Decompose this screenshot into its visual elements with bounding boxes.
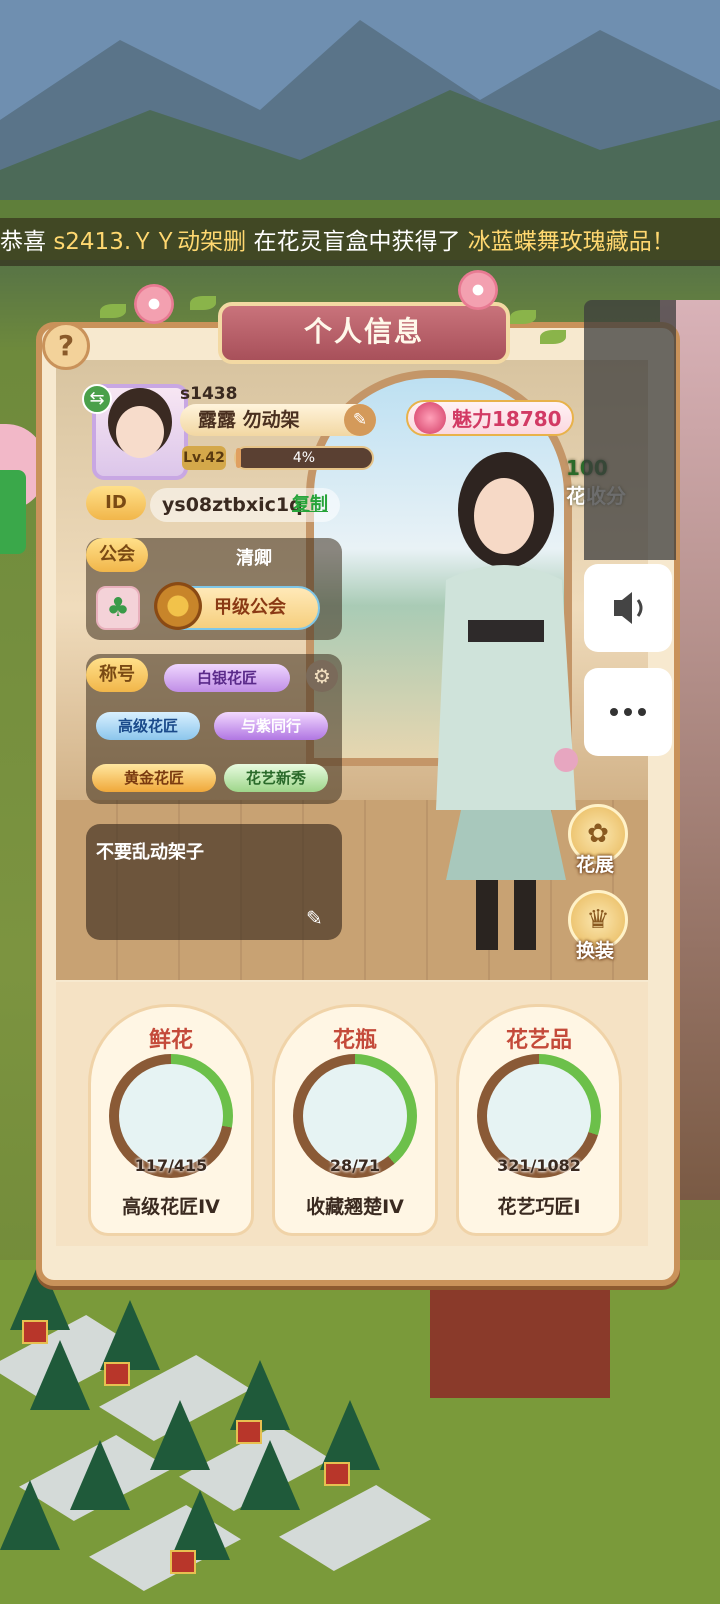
more-icon xyxy=(610,708,646,716)
gift-box xyxy=(170,1550,196,1574)
pine-tree xyxy=(100,1300,160,1370)
announcement-ticker: 恭喜 s2413.ＹＹ动架删 在花灵盲盒中获得了 冰蓝蝶舞玫瑰藏品！ xyxy=(0,218,720,266)
left-chat-button[interactable] xyxy=(0,470,26,554)
edit-icon: ✎ xyxy=(352,410,368,430)
avatar-face xyxy=(116,406,164,458)
pine-tree xyxy=(30,1340,90,1410)
id-label: ID xyxy=(86,486,146,520)
level-badge: Lv.42 xyxy=(182,446,226,470)
arrangement-icon xyxy=(487,1064,591,1168)
exp-text: 4% xyxy=(292,450,316,466)
title-badge[interactable]: 与紫同行 xyxy=(214,712,328,740)
decor-leaf xyxy=(510,310,536,324)
ticker-player: s2413.ＹＹ动架删 xyxy=(53,229,247,255)
pine-tree xyxy=(240,1440,300,1510)
decor-flower xyxy=(458,270,498,310)
edit-signature-button[interactable]: ✎ xyxy=(306,906,323,930)
pine-tree xyxy=(150,1400,210,1470)
collection-rank: 收藏翘楚IV xyxy=(306,1196,404,1218)
title-badge[interactable]: 黄金花匠 xyxy=(92,764,216,792)
collection-count: 28/71 xyxy=(329,1156,381,1175)
speaker-icon xyxy=(614,592,643,624)
system-overlay-panel xyxy=(584,300,676,560)
more-button[interactable] xyxy=(584,668,672,756)
gear-icon: ⚙ xyxy=(313,664,331,688)
title-badge[interactable]: 白银花匠 xyxy=(164,664,290,692)
pine-tree xyxy=(320,1400,380,1470)
collection-count: 117/415 xyxy=(134,1156,208,1175)
dress-up-label: 换装 xyxy=(575,940,614,962)
flower-show-label: 花展 xyxy=(575,854,614,876)
title-badge[interactable]: 高级花匠 xyxy=(96,712,200,740)
gift-box xyxy=(22,1320,48,1344)
help-button[interactable]: ? xyxy=(42,322,90,370)
ticker-prefix: 恭喜 xyxy=(0,229,46,255)
flower-icon: ✿ xyxy=(587,819,609,849)
collection-rank: 花艺巧匠I xyxy=(497,1196,581,1218)
title-badge[interactable]: 花艺新秀 xyxy=(224,764,328,792)
bouquet-icon xyxy=(119,1064,223,1168)
question-icon: ? xyxy=(57,329,75,362)
ticker-middle: 在花灵盲盒中获得了 xyxy=(253,229,461,255)
wheel-icon xyxy=(154,582,202,630)
copy-id-button[interactable]: 复制 xyxy=(292,488,328,522)
collection-title: 花瓶 xyxy=(332,1028,377,1053)
swap-icon[interactable]: ⇆ xyxy=(82,384,112,414)
gift-box xyxy=(104,1362,130,1386)
collection-title: 鲜花 xyxy=(148,1028,193,1053)
exp-bar: 4% xyxy=(234,446,374,470)
decor-leaf xyxy=(190,296,216,310)
decor-leaf xyxy=(100,304,126,318)
server-label: s1438 xyxy=(180,384,238,404)
gift-box xyxy=(236,1420,262,1444)
collection-count: 321/1082 xyxy=(497,1156,581,1175)
guild-label: 公会 xyxy=(86,538,148,572)
titles-label: 称号 xyxy=(86,658,148,692)
guild-leader: 清卿 xyxy=(236,548,272,569)
collection-title: 花艺品 xyxy=(505,1028,572,1053)
panel-title: 个人信息 xyxy=(218,302,510,364)
decor-flower xyxy=(134,284,174,324)
ticker-item: 冰蓝蝶舞玫瑰藏品！ xyxy=(467,229,675,255)
rose-icon xyxy=(414,402,446,434)
signature-text: 不要乱动架子 xyxy=(96,842,204,863)
clover-icon: ♣ xyxy=(106,593,130,623)
dress-icon: ♛ xyxy=(586,905,610,935)
title-settings-button[interactable]: ⚙ xyxy=(306,660,338,692)
sound-button[interactable] xyxy=(584,564,672,652)
guild-emblem: ♣ xyxy=(96,586,140,630)
edit-icon: ✎ xyxy=(306,906,323,930)
pine-tree xyxy=(70,1440,130,1510)
pine-tree xyxy=(0,1480,60,1550)
edit-name-button[interactable]: ✎ xyxy=(344,404,376,436)
character-avatar[interactable] xyxy=(406,450,596,960)
decor-leaf xyxy=(540,330,566,344)
vase-icon xyxy=(303,1064,407,1168)
collection-rank: 高级花匠IV xyxy=(122,1196,220,1218)
gift-box xyxy=(324,1462,350,1486)
